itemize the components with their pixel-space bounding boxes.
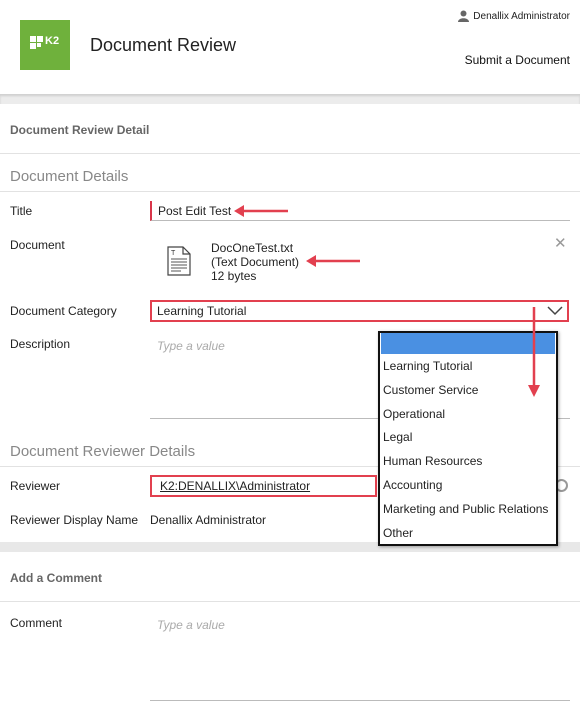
comment-input[interactable]: Type a value bbox=[157, 618, 225, 632]
logo-square bbox=[30, 36, 36, 42]
submit-document-link[interactable]: Submit a Document bbox=[465, 53, 570, 67]
text-document-icon[interactable]: T bbox=[167, 246, 191, 276]
dropdown-option[interactable]: Operational bbox=[380, 402, 556, 426]
reviewer-picker[interactable]: K2:DENALLIX\Administrator bbox=[150, 475, 377, 497]
app-title: Document Review bbox=[90, 35, 237, 55]
logo-square bbox=[37, 43, 41, 47]
annotation-arrow-left bbox=[234, 205, 288, 217]
title-label: Title bbox=[10, 204, 33, 218]
logo-text: K2 bbox=[45, 35, 60, 47]
document-file-type: (Text Document) bbox=[211, 255, 300, 269]
user-icon bbox=[458, 10, 470, 22]
header-divider bbox=[0, 94, 580, 104]
logo-square bbox=[30, 43, 36, 49]
chevron-down-icon[interactable] bbox=[547, 304, 563, 316]
description-label: Description bbox=[10, 337, 71, 351]
document-file-name: DocOneTest.txt bbox=[211, 241, 294, 255]
reviewer-display-value: Denallix Administrator bbox=[150, 513, 267, 527]
annotation-arrow-down bbox=[528, 307, 540, 397]
title-input[interactable]: Post Edit Test bbox=[150, 201, 570, 221]
svg-text:T: T bbox=[171, 250, 176, 257]
reviewer-label: Reviewer bbox=[10, 479, 61, 493]
category-selected-value: Learning Tutorial bbox=[157, 304, 247, 318]
app-header: K2 Document Review Denallix Administrato… bbox=[0, 0, 580, 94]
comment-label: Comment bbox=[10, 616, 63, 630]
category-select[interactable]: Learning Tutorial bbox=[150, 300, 569, 322]
dropdown-option[interactable]: Legal bbox=[380, 425, 556, 449]
description-input[interactable]: Type a value bbox=[157, 339, 225, 353]
comment-section-header: Add a Comment bbox=[10, 571, 103, 585]
logo-square bbox=[37, 36, 43, 42]
annotation-arrow-left bbox=[306, 255, 360, 267]
comment-underline bbox=[150, 700, 570, 701]
user-name: Denallix Administrator bbox=[473, 10, 570, 22]
document-details-heading: Document Details bbox=[10, 168, 129, 185]
divider bbox=[0, 191, 580, 192]
dropdown-option[interactable]: Human Resources bbox=[380, 449, 556, 473]
document-file-size: 12 bytes bbox=[211, 269, 257, 283]
k2-logo[interactable]: K2 bbox=[20, 20, 70, 70]
dropdown-option[interactable]: Accounting bbox=[380, 473, 556, 497]
document-file-info[interactable]: DocOneTest.txt (Text Document) 12 bytes bbox=[211, 241, 299, 283]
dropdown-option[interactable]: Marketing and Public Relations bbox=[380, 497, 556, 521]
detail-section-header: Document Review Detail bbox=[10, 123, 150, 137]
divider bbox=[0, 601, 580, 602]
divider bbox=[0, 153, 580, 154]
document-label: Document bbox=[10, 238, 65, 252]
dropdown-option[interactable]: Other bbox=[380, 521, 556, 545]
reviewer-details-heading: Document Reviewer Details bbox=[10, 443, 196, 460]
category-label: Document Category bbox=[10, 304, 117, 318]
reviewer-display-label: Reviewer Display Name bbox=[10, 513, 139, 527]
user-menu[interactable]: Denallix Administrator bbox=[458, 10, 570, 22]
remove-file-icon[interactable]: ✕ bbox=[554, 234, 567, 252]
